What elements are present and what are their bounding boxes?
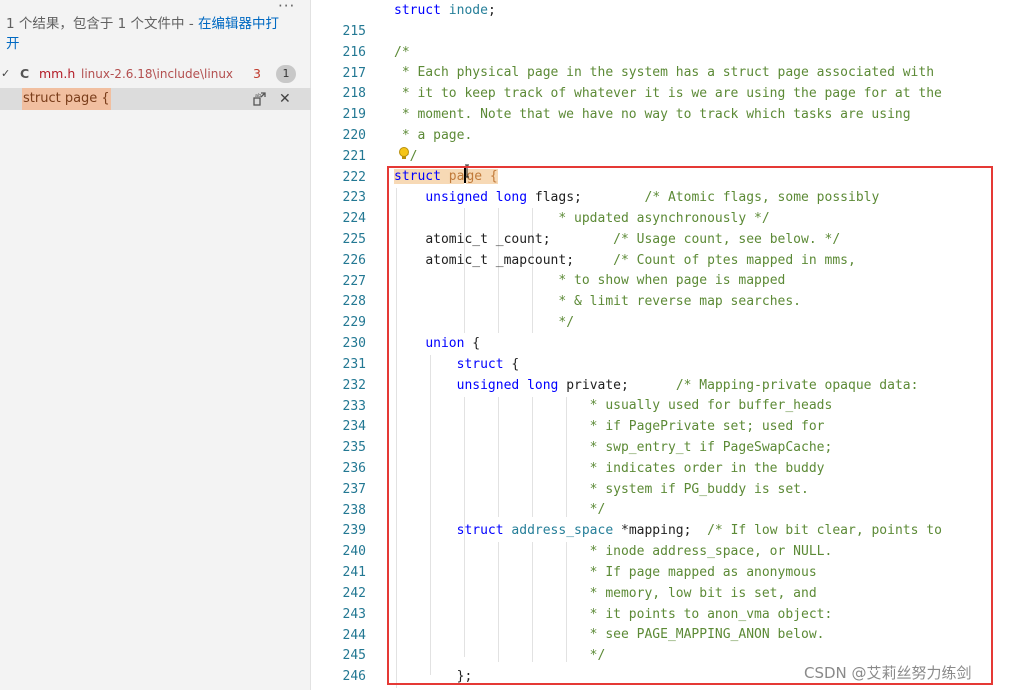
search-result-file-row[interactable]: ✓ C mm.h linux-2.6.18\include\linux 3 1 xyxy=(0,63,311,85)
code-line[interactable]: 222 */ xyxy=(312,146,1019,185)
problem-count: 3 xyxy=(253,66,261,81)
close-icon[interactable]: ✕ xyxy=(279,88,291,110)
more-actions-icon[interactable]: ··· xyxy=(278,0,295,15)
code-line[interactable]: 220 * moment. Note that we have no way t… xyxy=(312,104,1019,143)
comment: * Each physical page in the system has a… xyxy=(394,65,935,80)
code-line[interactable]: 218 * Each physical page in the system h… xyxy=(312,62,1019,101)
search-results-panel: ··· 1 个结果，包含于 1 个文件中 - 在编辑器中打开 ✓ C mm.h … xyxy=(0,0,311,690)
match-count-badge: 1 xyxy=(276,65,296,83)
comment: * a page. xyxy=(394,128,473,143)
chevron-down-icon[interactable]: ✓ xyxy=(1,63,10,85)
type-name: inode xyxy=(440,3,488,18)
code-text: ; xyxy=(487,3,496,18)
file-path: linux-2.6.18\include\linux xyxy=(81,67,234,81)
replace-icon[interactable]: ab xyxy=(252,91,268,107)
code-line[interactable]: 217 /* xyxy=(312,42,1019,81)
c-file-icon: C xyxy=(20,66,30,81)
code-line[interactable]: 215 struct inode; xyxy=(312,0,1019,39)
lightbulb-icon[interactable] xyxy=(397,146,411,162)
keyword: struct xyxy=(394,3,441,18)
match-text[interactable]: struct page { xyxy=(22,88,111,110)
red-highlight-box xyxy=(387,166,993,685)
search-match-row[interactable]: struct page { ab ✕ xyxy=(0,88,311,110)
comment: * moment. Note that we have no way to tr… xyxy=(394,107,911,122)
code-line[interactable]: 221 * a page. xyxy=(312,125,1019,164)
watermark: CSDN @艾莉丝努力练剑 xyxy=(804,664,972,682)
svg-text:ab: ab xyxy=(255,93,261,99)
code-line[interactable]: 219 * it to keep track of whatever it is… xyxy=(312,83,1019,122)
search-summary-text: 1 个结果，包含于 1 个文件中 - xyxy=(6,16,199,32)
comment: /* xyxy=(394,45,410,60)
search-summary: 1 个结果，包含于 1 个文件中 - 在编辑器中打开 xyxy=(6,14,291,54)
file-name[interactable]: mm.h xyxy=(39,63,75,85)
code-line[interactable]: 216 xyxy=(312,21,1019,60)
comment: * it to keep track of whatever it is we … xyxy=(394,86,942,101)
